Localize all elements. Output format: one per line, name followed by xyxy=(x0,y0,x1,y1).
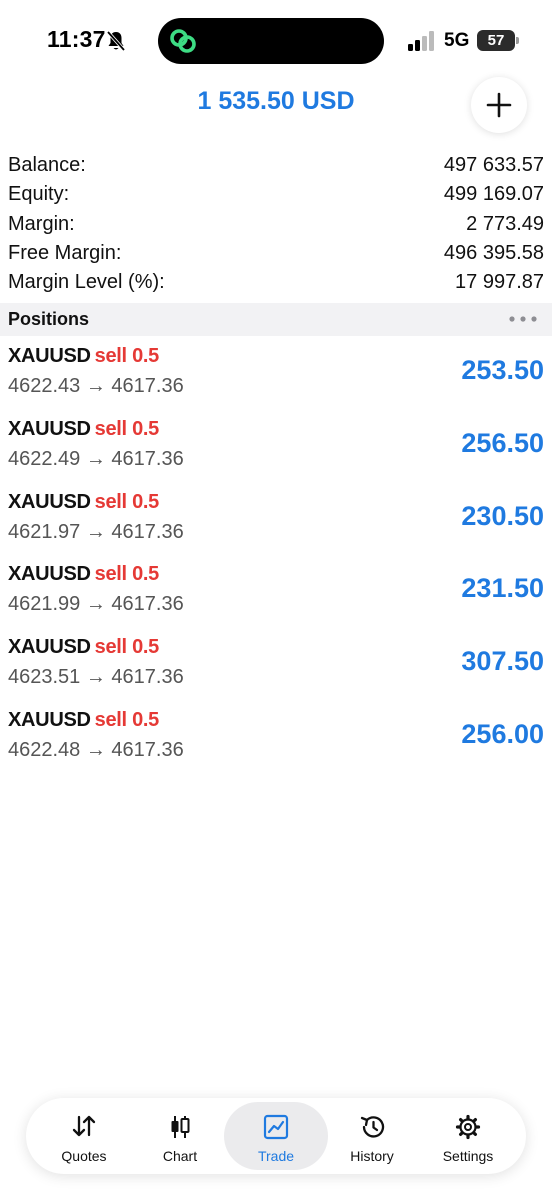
tab-chart-label: Chart xyxy=(162,1148,198,1164)
account-summary: Balance: 497 633.57 Equity: 499 169.07 M… xyxy=(0,152,552,298)
positions-title: Positions xyxy=(8,309,90,329)
free-margin-value: 496 395.58 xyxy=(443,241,544,264)
position-prices: 4621.99 → 4617.36 xyxy=(8,593,184,616)
account-total-profit: 1 535.50 USD xyxy=(197,87,355,115)
position-side: sell 0.5 xyxy=(94,345,160,367)
quotes-arrows-icon xyxy=(72,1115,96,1137)
position-symbol-line: XAUUSD sell 0.5 xyxy=(8,345,159,368)
candlestick-icon xyxy=(171,1116,190,1138)
tab-quotes[interactable]: Quotes xyxy=(32,1102,136,1170)
positions-list: XAUUSD sell 0.5 4622.43 → 4617.36 253.50 … xyxy=(0,341,552,778)
margin-label: Margin: xyxy=(8,212,75,235)
tab-settings-label: Settings xyxy=(442,1148,494,1164)
position-row[interactable]: XAUUSD sell 0.5 4623.51 → 4617.36 307.50 xyxy=(0,632,552,705)
position-profit: 230.50 xyxy=(461,500,544,531)
tab-chart[interactable]: Chart xyxy=(128,1102,232,1170)
bottom-tab-bar: Quotes Chart Trade History Settings xyxy=(26,1098,526,1174)
margin-level-row: Margin Level (%): 17 997.87 xyxy=(0,269,552,298)
position-row[interactable]: XAUUSD sell 0.5 4622.48 → 4617.36 256.00 xyxy=(0,705,552,778)
status-time: 11:37 xyxy=(47,26,106,52)
position-symbol: XAUUSD xyxy=(8,490,91,513)
trade-chart-icon xyxy=(263,1114,289,1140)
margin-level-label: Margin Level (%): xyxy=(8,271,165,294)
equity-value: 499 169.07 xyxy=(443,183,544,206)
status-bar: 11:37 5G 57 xyxy=(0,0,552,80)
tab-settings[interactable]: Settings xyxy=(416,1102,520,1170)
position-symbol-line: XAUUSD sell 0.5 xyxy=(8,418,159,441)
history-clock-icon xyxy=(360,1116,385,1138)
position-symbol: XAUUSD xyxy=(8,708,91,731)
position-symbol: XAUUSD xyxy=(8,417,91,440)
position-side: sell 0.5 xyxy=(94,708,160,731)
tab-history[interactable]: History xyxy=(320,1102,424,1170)
position-profit: 256.50 xyxy=(461,427,544,458)
position-symbol: XAUUSD xyxy=(8,345,91,367)
position-profit: 253.50 xyxy=(461,355,544,385)
tab-trade[interactable]: Trade xyxy=(224,1102,328,1170)
position-row[interactable]: XAUUSD sell 0.5 4622.43 → 4617.36 253.50 xyxy=(0,341,552,414)
position-prices: 4621.97 → 4617.36 xyxy=(8,520,184,543)
position-prices: 4622.48 → 4617.36 xyxy=(8,738,184,761)
position-side: sell 0.5 xyxy=(94,417,160,440)
position-side: sell 0.5 xyxy=(94,636,160,659)
position-side: sell 0.5 xyxy=(94,490,160,513)
position-side: sell 0.5 xyxy=(94,563,160,586)
position-profit: 256.00 xyxy=(461,718,544,749)
position-row[interactable]: XAUUSD sell 0.5 4622.49 → 4617.36 256.50 xyxy=(0,414,552,487)
battery-indicator: 57 xyxy=(477,30,515,51)
position-row[interactable]: XAUUSD sell 0.5 4621.99 → 4617.36 231.50 xyxy=(0,559,552,632)
plus-icon xyxy=(486,92,512,118)
network-label: 5G xyxy=(444,30,470,51)
balance-value: 497 633.57 xyxy=(443,154,544,176)
position-profit: 307.50 xyxy=(461,646,544,677)
balance-label: Balance: xyxy=(8,154,86,176)
position-symbol-line: XAUUSD sell 0.5 xyxy=(8,709,159,732)
position-prices: 4623.51 → 4617.36 xyxy=(8,666,184,689)
tab-history-label: History xyxy=(350,1148,394,1164)
bell-off-icon xyxy=(106,30,126,52)
tab-quotes-label: Quotes xyxy=(61,1148,107,1164)
more-dots-icon[interactable] xyxy=(508,315,538,323)
link-icon xyxy=(170,29,196,53)
signal-icon xyxy=(408,31,434,51)
position-symbol: XAUUSD xyxy=(8,636,91,659)
margin-level-value: 17 997.87 xyxy=(455,271,544,294)
position-profit: 231.50 xyxy=(461,573,544,604)
position-symbol-line: XAUUSD sell 0.5 xyxy=(8,636,159,659)
position-symbol-line: XAUUSD sell 0.5 xyxy=(8,563,159,586)
free-margin-row: Free Margin: 496 395.58 xyxy=(0,240,552,269)
gear-icon xyxy=(455,1114,481,1140)
position-row[interactable]: XAUUSD sell 0.5 4621.97 → 4617.36 230.50 xyxy=(0,487,552,560)
add-order-button[interactable] xyxy=(471,77,527,133)
battery-cap xyxy=(516,37,519,44)
position-symbol: XAUUSD xyxy=(8,563,91,586)
tab-trade-label: Trade xyxy=(257,1148,295,1164)
free-margin-label: Free Margin: xyxy=(8,241,122,264)
equity-row: Equity: 499 169.07 xyxy=(0,181,552,210)
position-prices: 4622.43 → 4617.36 xyxy=(8,375,184,397)
position-prices: 4622.49 → 4617.36 xyxy=(8,447,184,470)
margin-row: Margin: 2 773.49 xyxy=(0,211,552,240)
equity-label: Equity: xyxy=(8,183,70,206)
positions-section-header: Positions xyxy=(0,303,552,336)
position-symbol-line: XAUUSD sell 0.5 xyxy=(8,491,159,514)
balance-row: Balance: 497 633.57 xyxy=(0,152,552,181)
margin-value: 2 773.49 xyxy=(466,212,544,235)
